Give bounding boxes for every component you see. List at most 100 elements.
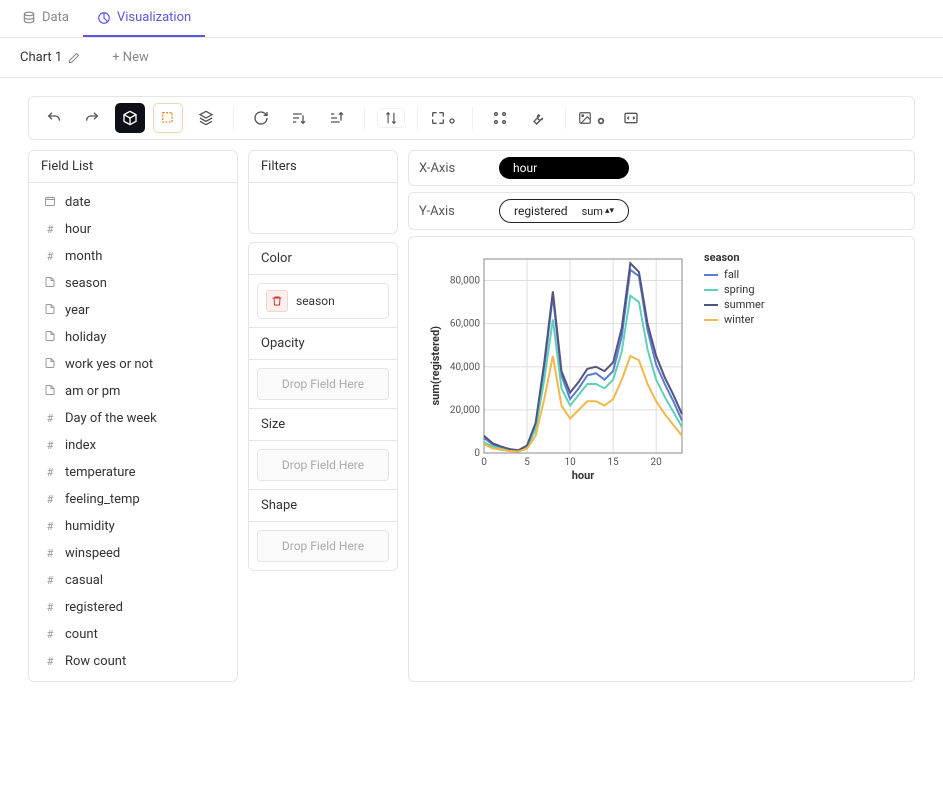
database-icon xyxy=(22,11,36,25)
size-dropzone[interactable]: Drop Field Here xyxy=(257,449,389,481)
field-item[interactable]: #count xyxy=(29,621,237,648)
field-type-icon: # xyxy=(43,574,57,587)
field-type-icon: # xyxy=(43,601,57,614)
expand-button[interactable] xyxy=(430,103,460,133)
legend-item[interactable]: fall xyxy=(704,268,765,281)
redo-button[interactable] xyxy=(77,103,107,133)
field-item[interactable]: #humidity xyxy=(29,513,237,540)
svg-text:hour: hour xyxy=(572,469,595,481)
field-item[interactable]: season xyxy=(29,270,237,297)
refresh-button[interactable] xyxy=(246,103,276,133)
field-label: hour xyxy=(65,222,91,237)
undo-icon xyxy=(46,110,62,126)
trash-icon xyxy=(271,295,283,307)
layers-button[interactable] xyxy=(191,103,221,133)
select-button[interactable] xyxy=(153,103,183,133)
svg-text:15: 15 xyxy=(608,457,620,468)
field-type-icon xyxy=(43,384,57,399)
legend-item[interactable]: winter xyxy=(704,313,765,326)
layers-icon xyxy=(198,110,214,126)
chart-legend: season fallspringsummerwinter xyxy=(704,251,765,328)
field-item[interactable]: date xyxy=(29,189,237,216)
opacity-dropzone[interactable]: Drop Field Here xyxy=(257,368,389,400)
sort-asc-button[interactable] xyxy=(284,103,314,133)
svg-text:0: 0 xyxy=(481,457,487,468)
tab-chart-1[interactable]: Chart 1 xyxy=(4,38,96,77)
tab-new-chart[interactable]: + New xyxy=(96,38,165,77)
field-type-icon: # xyxy=(43,655,57,668)
field-type-icon: # xyxy=(43,439,57,452)
shape-dropzone[interactable]: Drop Field Here xyxy=(257,530,389,562)
field-item[interactable]: work yes or not xyxy=(29,351,237,378)
field-item[interactable]: #month xyxy=(29,243,237,270)
field-label: year xyxy=(65,303,89,318)
field-label: am or pm xyxy=(65,384,120,399)
field-item[interactable]: am or pm xyxy=(29,378,237,405)
field-list-header: Field List xyxy=(29,151,237,183)
field-item[interactable]: #feeling_temp xyxy=(29,486,237,513)
field-type-icon: # xyxy=(43,520,57,533)
field-label: season xyxy=(65,276,107,291)
x-axis-label: X-Axis xyxy=(419,161,479,176)
field-item[interactable]: year xyxy=(29,297,237,324)
field-type-icon xyxy=(43,357,57,372)
field-type-icon: # xyxy=(43,547,57,560)
filters-header: Filters xyxy=(249,151,397,183)
x-axis-pill[interactable]: hour xyxy=(499,157,629,179)
field-item[interactable]: #registered xyxy=(29,594,237,621)
cube-icon xyxy=(122,110,138,126)
field-item[interactable]: # Day of the week xyxy=(29,405,237,432)
field-label: Day of the week xyxy=(65,411,157,426)
field-item[interactable]: #temperature xyxy=(29,459,237,486)
wrench-button[interactable] xyxy=(523,103,553,133)
field-item[interactable]: #casual xyxy=(29,567,237,594)
sort-desc-button[interactable] xyxy=(322,103,352,133)
tab-visualization[interactable]: Visualization xyxy=(83,0,205,37)
y-axis-pill[interactable]: registered sum ▴▾ xyxy=(499,199,629,223)
svg-text:20,000: 20,000 xyxy=(450,405,480,416)
sort-asc-icon xyxy=(291,110,307,126)
grid-icon xyxy=(492,110,508,126)
redo-icon xyxy=(84,110,100,126)
tab-data[interactable]: Data xyxy=(8,0,83,37)
refresh-icon xyxy=(253,110,269,126)
caret-icon: ▴▾ xyxy=(605,207,614,216)
image-settings-button[interactable] xyxy=(578,103,608,133)
y-axis-agg-selector[interactable]: sum ▴▾ xyxy=(582,205,614,218)
field-item[interactable]: holiday xyxy=(29,324,237,351)
grid-settings-button[interactable] xyxy=(485,103,515,133)
color-field-label: season xyxy=(296,294,335,308)
svg-text:80,000: 80,000 xyxy=(450,276,480,287)
undo-button[interactable] xyxy=(39,103,69,133)
svg-text:5: 5 xyxy=(524,457,530,468)
image-icon xyxy=(578,110,592,126)
chart-icon xyxy=(97,11,111,25)
chart-canvas: sum(registered) 020,00040,00060,00080,00… xyxy=(408,236,915,682)
y-axis-field: registered xyxy=(514,204,568,218)
field-item[interactable]: #index xyxy=(29,432,237,459)
cube-button[interactable] xyxy=(115,103,145,133)
field-label: winspeed xyxy=(65,546,120,561)
filters-dropzone[interactable] xyxy=(249,183,397,233)
line-chart: 020,00040,00060,00080,00005101520hour xyxy=(446,251,686,481)
field-item[interactable]: #hour xyxy=(29,216,237,243)
color-field-chip[interactable]: season xyxy=(257,283,389,319)
wrench-icon xyxy=(530,110,546,126)
field-label: work yes or not xyxy=(65,357,153,372)
field-type-icon: # xyxy=(43,412,57,425)
svg-text:60,000: 60,000 xyxy=(450,319,480,330)
axis-swap-button[interactable] xyxy=(377,108,405,128)
legend-swatch xyxy=(704,289,718,291)
field-item[interactable]: # winspeed xyxy=(29,540,237,567)
code-button[interactable] xyxy=(616,103,646,133)
tab-data-label: Data xyxy=(42,10,69,25)
tab-viz-label: Visualization xyxy=(117,10,191,25)
select-icon xyxy=(160,110,176,126)
field-label: holiday xyxy=(65,330,106,345)
field-label: Row count xyxy=(65,654,126,669)
remove-color-field-button[interactable] xyxy=(266,290,288,312)
field-item[interactable]: # Row count xyxy=(29,648,237,675)
legend-item[interactable]: summer xyxy=(704,298,765,311)
legend-item[interactable]: spring xyxy=(704,283,765,296)
field-label: temperature xyxy=(65,465,136,480)
